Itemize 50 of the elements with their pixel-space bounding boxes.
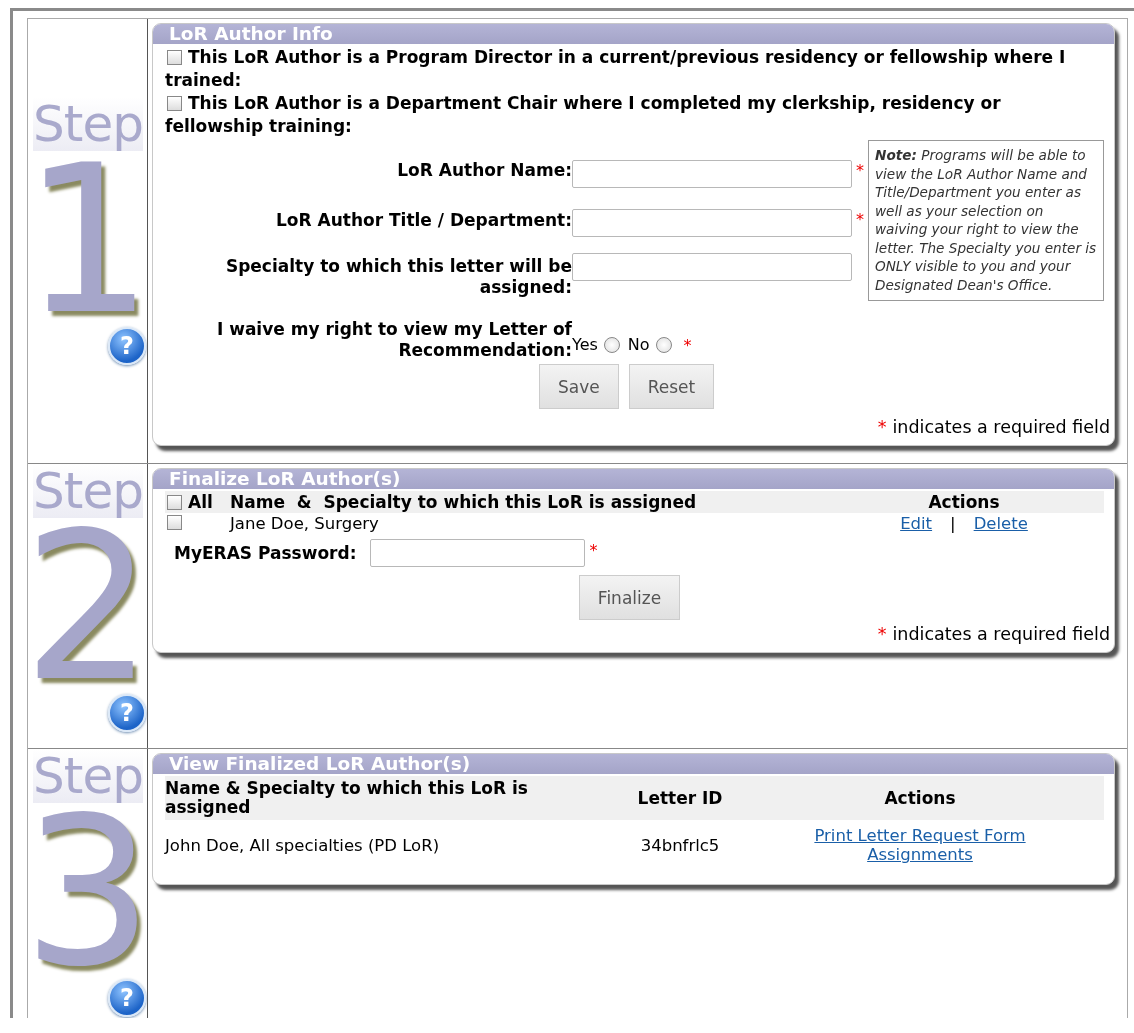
checkbox-label: This LoR Author is a Department Chair where I completed my clerkship, residency or fellowship training: xyxy=(165,92,1002,138)
input-field[interactable] xyxy=(572,159,852,188)
column-header: Letter ID xyxy=(637,788,723,808)
required-mark: * xyxy=(877,417,887,437)
required-mark: * xyxy=(855,159,864,180)
finalize-button[interactable]: Finalize xyxy=(578,575,681,620)
field-label: Specialty to which this letter will be assigned: xyxy=(224,256,572,299)
field-label: LoR Author Name: xyxy=(396,160,572,182)
column-header: Name & Specialty to which this LoR is assigned xyxy=(165,779,529,817)
step-number: 3 xyxy=(22,805,154,980)
panel-header: View Finalized LoR Author(s) xyxy=(153,754,1114,774)
separator: | xyxy=(950,514,956,533)
radio-button[interactable] xyxy=(603,336,620,353)
checkbox-label: This LoR Author is a Program Director in a current/previous residency or fellowship where I trained: xyxy=(165,46,1067,92)
step-number: 2 xyxy=(22,520,154,695)
panel-header: LoR Author Info xyxy=(153,24,1114,44)
table-cell: 34bnfrlc5 xyxy=(640,835,720,855)
required-mark: * xyxy=(588,540,598,560)
table-cell: John Doe, All specialties (PD LoR) xyxy=(165,835,440,855)
checkbox[interactable] xyxy=(167,50,182,65)
table-cell-text: Jane Doe, Surgery xyxy=(230,513,380,535)
checkbox[interactable] xyxy=(167,495,182,510)
radio-label: No xyxy=(627,335,650,354)
step-number: 1 xyxy=(22,153,154,328)
edit-link[interactable]: Edit xyxy=(900,514,933,533)
save-button[interactable]: Save xyxy=(539,364,619,409)
legend-text: indicates a required field xyxy=(892,417,1110,437)
column-header: Name & Specialty to which this LoR is assigned xyxy=(230,492,697,512)
required-mark: * xyxy=(855,209,864,230)
checkbox[interactable] xyxy=(167,96,182,111)
password-field[interactable] xyxy=(370,539,586,567)
delete-link[interactable]: Delete xyxy=(973,514,1028,533)
input-field[interactable] xyxy=(572,209,852,238)
column-header: Actions xyxy=(928,492,1000,512)
reset-button[interactable]: Reset xyxy=(628,364,715,409)
radio-button[interactable] xyxy=(655,336,672,353)
column-header: Actions xyxy=(884,788,956,808)
field-label: LoR Author Title / Department: xyxy=(275,210,572,231)
column-header: All xyxy=(188,492,213,512)
checkbox[interactable] xyxy=(167,515,182,530)
input-field[interactable] xyxy=(572,253,852,282)
print-link[interactable]: Print Letter Request Form Assignments xyxy=(800,826,1040,864)
required-mark: * xyxy=(877,624,887,644)
note-text: Note: Programs will be able to view the LoR Author Name and Title/Department you enter as well as your selection on waiving your right to view the letter. The Specialty you enter is ONLY visible to you and your Designated Dean's Office. xyxy=(868,140,1104,301)
required-mark: * xyxy=(682,335,692,355)
radio-label: Yes xyxy=(572,335,598,354)
panel-header: Finalize LoR Author(s) xyxy=(153,469,1114,489)
field-label: I waive my right to view my Letter of Recommendation: xyxy=(215,319,572,361)
field-label: MyERAS Password: xyxy=(174,542,357,564)
legend-text: indicates a required field xyxy=(892,624,1110,644)
